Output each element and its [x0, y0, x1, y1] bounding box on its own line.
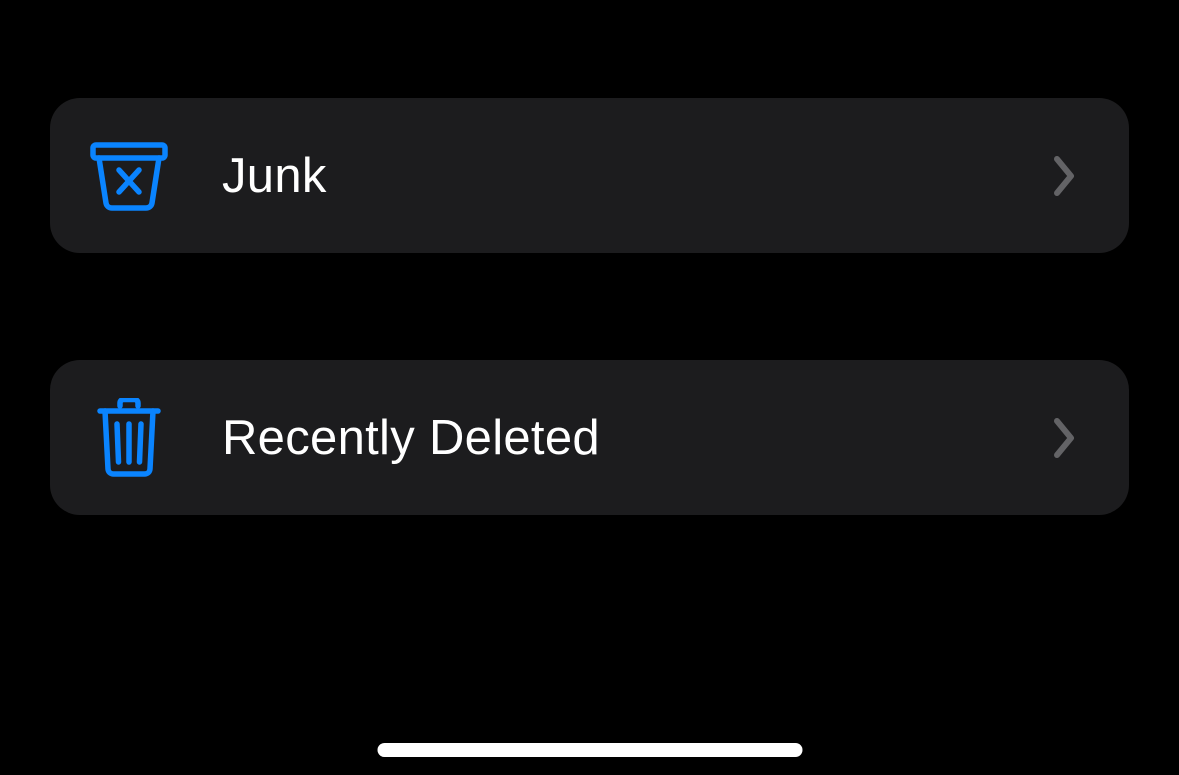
chevron-right-icon [1051, 415, 1079, 461]
mailbox-row-junk[interactable]: Junk [50, 98, 1129, 253]
chevron-right-icon [1051, 153, 1079, 199]
junk-basket-icon [88, 135, 170, 217]
mailbox-row-label: Junk [222, 148, 1051, 204]
home-indicator[interactable] [377, 743, 802, 757]
mailbox-row-recently-deleted[interactable]: Recently Deleted [50, 360, 1129, 515]
trash-icon [88, 397, 170, 479]
mailbox-row-label: Recently Deleted [222, 410, 1051, 466]
